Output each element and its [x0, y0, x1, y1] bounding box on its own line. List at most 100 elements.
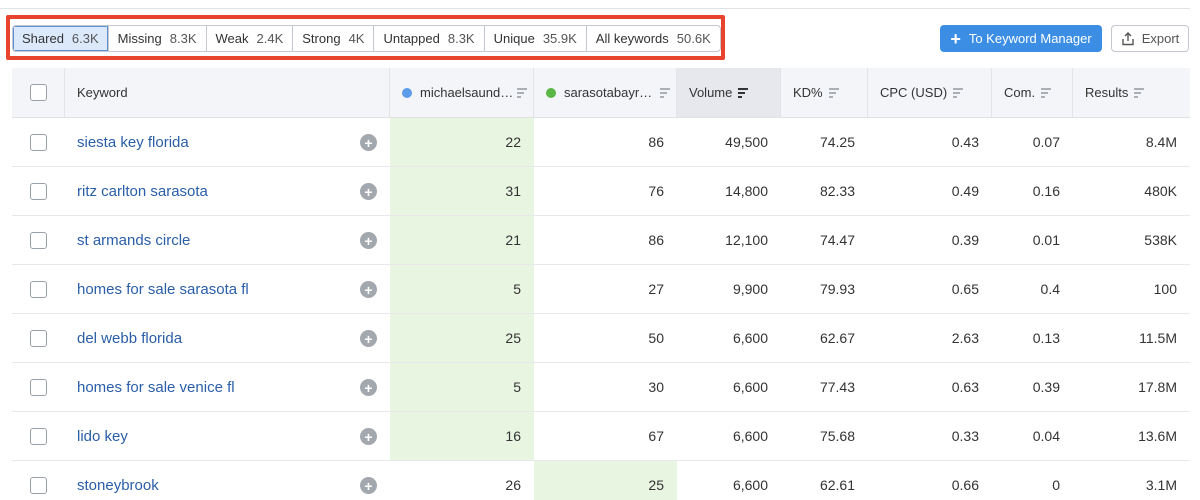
header-kd[interactable]: KD%	[781, 68, 868, 117]
cpc-value: 0.43	[951, 134, 979, 150]
results-value: 11.5M	[1139, 330, 1177, 346]
select-all-checkbox[interactable]	[29, 84, 47, 101]
header-domain2[interactable]: sarasotabayr…	[534, 68, 677, 117]
keyword-link[interactable]: ritz carlton sarasota	[77, 183, 208, 200]
header-cpc-label: CPC (USD)	[880, 85, 948, 100]
row-checkbox-cell	[12, 412, 65, 460]
add-keyword-icon[interactable]: +	[360, 477, 377, 494]
sort-icon	[1134, 87, 1145, 98]
row-checkbox[interactable]	[30, 231, 47, 249]
kd-value: 82.33	[819, 183, 855, 199]
table-row: ritz carlton sarasota +31 76 14,800 82.33 0.4…	[12, 167, 1190, 216]
add-keyword-icon[interactable]: +	[360, 281, 377, 298]
kd-value: 74.25	[819, 134, 855, 150]
add-keyword-icon[interactable]: +	[360, 232, 377, 249]
com-value: 0.13	[1032, 330, 1060, 346]
row-checkbox[interactable]	[30, 182, 47, 200]
row-checkbox[interactable]	[30, 133, 47, 151]
sort-icon	[828, 87, 839, 98]
header-domain1[interactable]: michaelsaund…	[390, 68, 534, 117]
cpc-value: 0.66	[951, 477, 979, 493]
volume-value: 9,900	[732, 281, 768, 297]
table-row: homes for sale venice fl +5 30 6,600 77.43 0.…	[12, 363, 1190, 412]
results-value: 17.8M	[1138, 379, 1177, 395]
keyword-link[interactable]: lido key	[77, 428, 128, 445]
add-keyword-icon[interactable]: +	[360, 330, 377, 347]
com-value: 0	[1052, 477, 1060, 493]
header-cpc[interactable]: CPC (USD)	[868, 68, 992, 117]
volume-value: 6,600	[732, 379, 768, 395]
table-row: stoneybrook +26 25 6,600 62.61 0.66 0 3.1M	[12, 461, 1190, 500]
sort-icon	[953, 87, 964, 98]
add-keyword-icon[interactable]: +	[360, 134, 377, 151]
domain1-position: 5	[390, 363, 534, 411]
row-checkbox-cell	[12, 461, 65, 500]
kd-value: 75.68	[819, 428, 855, 444]
cpc-value: 0.65	[951, 281, 979, 297]
cpc-value: 0.49	[951, 183, 979, 199]
results-value: 13.6M	[1138, 428, 1177, 444]
kd-value: 77.43	[819, 379, 855, 395]
header-results-label: Results	[1085, 85, 1129, 100]
keyword-cell: del webb florida +	[65, 314, 390, 362]
add-keyword-icon[interactable]: +	[360, 183, 377, 200]
keyword-cell: st armands circle +	[65, 216, 390, 264]
row-checkbox[interactable]	[30, 329, 47, 347]
domain1-position: 25	[390, 314, 534, 362]
domain1-position: 5	[390, 265, 534, 313]
com-value: 0.39	[1032, 379, 1060, 395]
header-com-label: Com.	[1004, 85, 1036, 100]
kd-value: 74.47	[819, 232, 855, 248]
keyword-link[interactable]: homes for sale venice fl	[77, 379, 235, 396]
keyword-link[interactable]: homes for sale sarasota fl	[77, 281, 249, 298]
row-checkbox[interactable]	[30, 280, 47, 298]
to-keyword-manager-label: To Keyword Manager	[968, 31, 1092, 46]
row-checkbox[interactable]	[30, 476, 47, 494]
table-row: siesta key florida +22 86 49,500 74.25 0.43 0.…	[12, 118, 1190, 167]
domain2-position: 67	[648, 428, 664, 444]
add-keyword-icon[interactable]: +	[360, 428, 377, 445]
export-icon	[1122, 31, 1134, 45]
domain2-position: 76	[648, 183, 664, 199]
domain2-position: 25	[534, 461, 677, 500]
volume-value: 14,800	[725, 183, 768, 199]
domain2-position: 30	[648, 379, 664, 395]
domain1-dot-icon	[402, 87, 412, 98]
keyword-link[interactable]: del webb florida	[77, 330, 182, 347]
keyword-link[interactable]: stoneybrook	[77, 477, 159, 494]
sort-active-icon	[738, 87, 749, 98]
row-checkbox-cell	[12, 363, 65, 411]
add-keyword-icon[interactable]: +	[360, 379, 377, 396]
sort-icon	[660, 87, 670, 98]
header-keyword[interactable]: Keyword	[65, 68, 390, 117]
header-results[interactable]: Results	[1073, 68, 1190, 117]
results-value: 100	[1153, 281, 1177, 297]
row-checkbox[interactable]	[30, 427, 47, 445]
keyword-table: Keyword michaelsaund… sarasotabayr… Volu…	[12, 68, 1190, 500]
sort-icon	[1041, 87, 1052, 98]
header-com[interactable]: Com.	[992, 68, 1073, 117]
volume-value: 6,600	[732, 477, 768, 493]
export-button[interactable]: Export	[1111, 25, 1189, 52]
plus-icon: +	[950, 28, 961, 49]
keyword-cell: siesta key florida +	[65, 118, 390, 166]
to-keyword-manager-button[interactable]: + To Keyword Manager	[940, 25, 1102, 52]
cpc-value: 0.39	[951, 232, 979, 248]
domain2-position: 86	[648, 232, 664, 248]
keyword-cell: homes for sale venice fl +	[65, 363, 390, 411]
keyword-cell: lido key +	[65, 412, 390, 460]
keyword-link[interactable]: st armands circle	[77, 232, 190, 249]
volume-value: 12,100	[725, 232, 768, 248]
results-value: 3.1M	[1145, 477, 1177, 493]
domain1-position: 16	[390, 412, 534, 460]
volume-value: 6,600	[732, 428, 768, 444]
com-value: 0.16	[1032, 183, 1060, 199]
sort-icon	[517, 87, 527, 98]
row-checkbox[interactable]	[30, 378, 47, 396]
keyword-link[interactable]: siesta key florida	[77, 134, 189, 151]
cpc-value: 2.63	[951, 330, 979, 346]
table-row: del webb florida +25 50 6,600 62.67 2.63 0.13 1…	[12, 314, 1190, 363]
header-domain2-label: sarasotabayr…	[564, 85, 653, 100]
header-volume[interactable]: Volume	[677, 68, 781, 117]
kd-value: 62.67	[819, 330, 855, 346]
